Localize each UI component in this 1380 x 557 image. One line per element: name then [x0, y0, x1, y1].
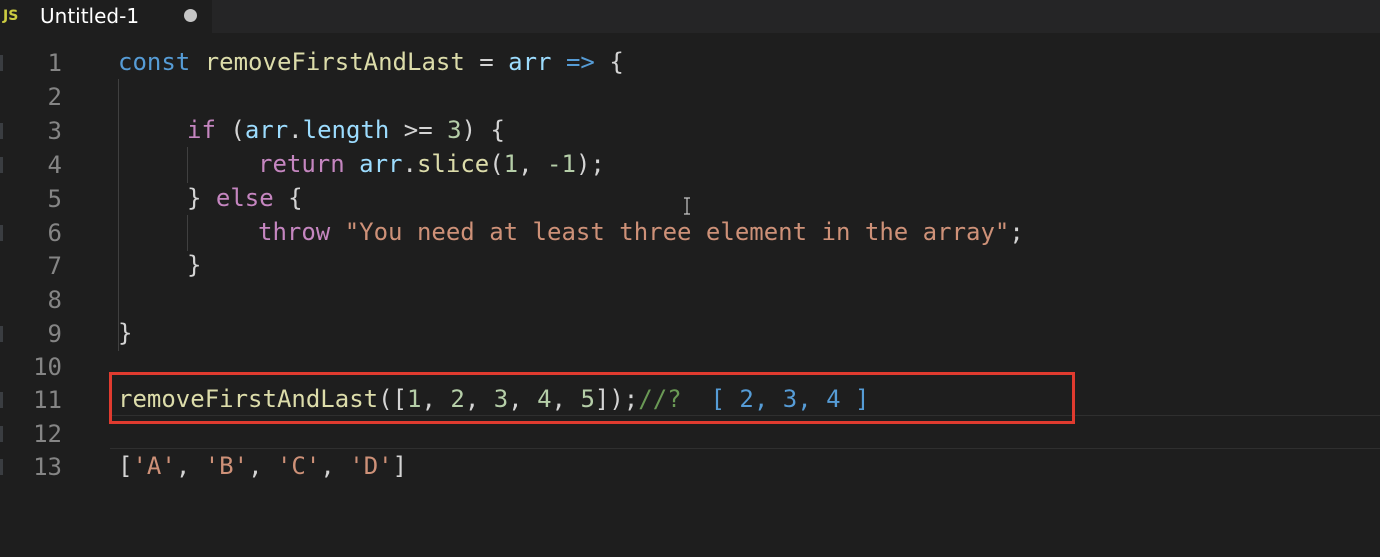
code-editor[interactable]: 1 2 3 4 5 6 7 8 9 10 11 12 13 const remo…: [0, 33, 1380, 557]
string-literal: 'A': [132, 452, 176, 480]
line-number: 8: [47, 286, 62, 314]
code-line-9[interactable]: }: [118, 316, 132, 350]
code-line-6[interactable]: throw "You need at least three element i…: [258, 215, 1024, 249]
indent-guide: [187, 215, 188, 251]
code-line-7[interactable]: }: [187, 248, 201, 282]
gutter-marker: [0, 326, 3, 342]
punctuation: (: [215, 116, 245, 144]
punctuation: ,: [320, 452, 350, 480]
indent-guide: [187, 147, 188, 183]
unsaved-dot-icon[interactable]: [184, 9, 197, 22]
number-literal: -1: [547, 150, 576, 178]
method-slice: slice: [416, 150, 490, 178]
punctuation: .: [402, 150, 417, 178]
property-length: length: [302, 116, 390, 144]
close-brace: }: [187, 184, 216, 212]
gutter-marker: [0, 426, 3, 442]
line-number: 7: [47, 252, 62, 280]
keyword-if: if: [187, 116, 216, 144]
code-line-3[interactable]: if (arr.length >= 3) {: [187, 113, 505, 147]
line-number: 2: [47, 83, 62, 111]
keyword-else: else: [215, 184, 274, 212]
line-number: 4: [47, 151, 62, 179]
line-number: 3: [47, 117, 62, 145]
open-brace: {: [273, 184, 303, 212]
line-number: 1: [47, 49, 62, 77]
close-brace: }: [118, 319, 133, 347]
gutter-marker: [0, 392, 3, 408]
punctuation: ,: [248, 452, 277, 480]
open-brace: {: [609, 48, 624, 76]
keyword-return: return: [258, 150, 345, 178]
code-line-1[interactable]: const removeFirstAndLast = arr => {: [118, 45, 624, 79]
identifier-arr: arr: [359, 150, 403, 178]
text-cursor-icon: [684, 197, 690, 215]
punctuation: ) {: [461, 116, 505, 144]
parameter-arr: arr: [508, 48, 552, 76]
code-line-13[interactable]: ['A', 'B', 'C', 'D']: [118, 449, 407, 483]
arrow-operator: =>: [551, 48, 610, 76]
code-line-5[interactable]: } else {: [187, 181, 303, 215]
javascript-file-icon: JS: [3, 8, 19, 24]
punctuation: ,: [175, 452, 205, 480]
punctuation: ;: [1009, 218, 1024, 246]
punctuation: (: [489, 150, 504, 178]
gutter-marker: [0, 157, 3, 173]
close-brace: }: [187, 251, 202, 279]
gutter-marker: [0, 225, 3, 241]
string-literal: 'D': [349, 452, 393, 480]
string-literal: 'B': [204, 452, 249, 480]
line-number: 11: [33, 386, 62, 414]
highlight-annotation-box: [109, 372, 1075, 424]
operator-assign: =: [464, 48, 509, 76]
line-number: 13: [33, 453, 62, 481]
code-line-4[interactable]: return arr.slice(1, -1);: [258, 147, 605, 181]
function-name: removeFirstAndLast: [204, 48, 465, 76]
string-literal: 'C': [276, 452, 321, 480]
punctuation: );: [575, 150, 605, 178]
keyword-throw: throw: [258, 218, 331, 246]
gutter-marker: [0, 459, 3, 475]
line-number: 10: [33, 353, 62, 381]
gutter-marker: [0, 55, 3, 71]
number-literal: 1: [503, 150, 519, 178]
operator-gte: >=: [389, 116, 448, 144]
punctuation: ,: [518, 150, 548, 178]
line-number: 9: [47, 320, 62, 348]
punctuation: .: [288, 116, 303, 144]
number-literal: 3: [447, 116, 462, 144]
punctuation: ]: [392, 452, 408, 480]
punctuation: [: [118, 452, 133, 480]
tab-bar: JS Untitled-1: [0, 0, 1380, 33]
line-number: 12: [33, 420, 62, 448]
gutter-marker: [0, 123, 3, 139]
tab-title: Untitled-1: [40, 4, 140, 28]
indent-guide: [118, 79, 119, 351]
keyword-const: const: [118, 48, 191, 76]
line-number: 6: [47, 219, 62, 247]
identifier-arr: arr: [244, 116, 289, 144]
line-number: 5: [47, 185, 62, 213]
tab-untitled-1[interactable]: JS Untitled-1: [0, 0, 212, 33]
string-literal: "You need at least three element in the …: [344, 218, 1010, 246]
